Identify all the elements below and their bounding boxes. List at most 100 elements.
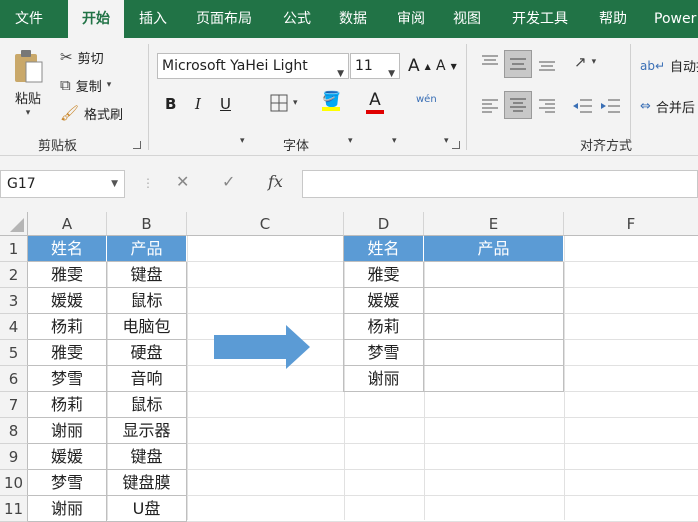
orientation-button[interactable]: ↗ ▾ bbox=[574, 55, 596, 70]
tab-formulas[interactable]: 公式 bbox=[272, 0, 322, 38]
format-painter-button[interactable]: 🖌 格式刷 bbox=[60, 104, 123, 124]
tab-page-layout[interactable]: 页面布局 bbox=[186, 0, 262, 38]
table-cell[interactable]: 梦雪 bbox=[28, 366, 107, 392]
chevron-down-icon[interactable]: ▾ bbox=[240, 137, 245, 146]
row-header[interactable]: 5 bbox=[0, 340, 28, 366]
grow-font-button[interactable]: A ▲ bbox=[408, 56, 431, 76]
tab-data[interactable]: 数据 bbox=[328, 0, 378, 38]
row-header[interactable]: 8 bbox=[0, 418, 28, 444]
formula-bar-resize-icon[interactable]: ⋮ bbox=[142, 176, 154, 190]
header-cell[interactable]: 姓名 bbox=[344, 236, 424, 262]
row-header[interactable]: 7 bbox=[0, 392, 28, 418]
tab-view[interactable]: 视图 bbox=[442, 0, 492, 38]
row-header[interactable]: 10 bbox=[0, 470, 28, 496]
tab-file[interactable]: 文件 bbox=[0, 0, 58, 38]
chevron-down-icon[interactable]: ▾ bbox=[444, 137, 449, 146]
font-launcher-icon[interactable] bbox=[452, 141, 460, 149]
name-box[interactable]: G17 ▼ bbox=[0, 170, 125, 198]
column-header-a[interactable]: A bbox=[28, 212, 107, 236]
table-cell[interactable]: 杨莉 bbox=[344, 314, 424, 340]
table-cell[interactable]: 电脑包 bbox=[107, 314, 187, 340]
table-cell[interactable] bbox=[424, 340, 564, 366]
merge-center-button[interactable]: ⇔ 合并后 bbox=[640, 97, 695, 116]
tab-review[interactable]: 审阅 bbox=[386, 0, 436, 38]
fill-color-button[interactable]: 🪣 bbox=[322, 92, 341, 111]
wrap-text-button[interactable]: ab↵ 自动换 bbox=[640, 56, 698, 76]
align-left-icon[interactable] bbox=[480, 96, 500, 116]
align-center-button[interactable] bbox=[504, 91, 532, 119]
select-all-corner[interactable] bbox=[0, 212, 28, 236]
table-cell[interactable]: 雅雯 bbox=[28, 340, 107, 366]
table-cell[interactable]: 音响 bbox=[107, 366, 187, 392]
font-color-button[interactable]: A bbox=[366, 90, 384, 114]
tab-developer[interactable]: 开发工具 bbox=[500, 0, 580, 38]
table-cell[interactable]: 谢丽 bbox=[344, 366, 424, 392]
header-cell[interactable]: 产品 bbox=[107, 236, 187, 262]
table-cell[interactable]: 杨莉 bbox=[28, 392, 107, 418]
phonetic-guide-button[interactable]: wén bbox=[416, 94, 437, 105]
enter-icon[interactable]: ✓ bbox=[222, 172, 235, 191]
shrink-font-button[interactable]: A ▼ bbox=[436, 58, 457, 74]
table-cell[interactable]: 雅雯 bbox=[28, 262, 107, 288]
font-name-select[interactable]: Microsoft YaHei Light ▼ bbox=[157, 53, 349, 79]
table-cell[interactable] bbox=[424, 262, 564, 288]
table-cell[interactable]: 键盘膜 bbox=[107, 470, 187, 496]
table-cell[interactable]: 谢丽 bbox=[28, 496, 107, 522]
table-cell[interactable]: 显示器 bbox=[107, 418, 187, 444]
tab-insert[interactable]: 插入 bbox=[128, 0, 178, 38]
chevron-down-icon[interactable]: ▾ bbox=[348, 137, 353, 146]
underline-button[interactable]: U bbox=[220, 95, 231, 113]
table-cell[interactable]: 硬盘 bbox=[107, 340, 187, 366]
table-cell[interactable]: 键盘 bbox=[107, 262, 187, 288]
column-header-f[interactable]: F bbox=[564, 212, 698, 236]
clipboard-launcher-icon[interactable] bbox=[133, 141, 141, 149]
table-cell[interactable]: U盘 bbox=[107, 496, 187, 522]
table-cell[interactable]: 谢丽 bbox=[28, 418, 107, 444]
bold-button[interactable]: B bbox=[165, 95, 176, 113]
insert-function-icon[interactable]: fx bbox=[268, 172, 283, 191]
table-cell[interactable] bbox=[424, 314, 564, 340]
font-size-select[interactable]: 11 ▼ bbox=[350, 53, 400, 79]
paste-button[interactable]: 粘贴 ▾ bbox=[12, 48, 44, 118]
row-header[interactable]: 3 bbox=[0, 288, 28, 314]
column-header-c[interactable]: C bbox=[187, 212, 344, 236]
column-header-e[interactable]: E bbox=[424, 212, 564, 236]
header-cell[interactable]: 姓名 bbox=[28, 236, 107, 262]
decrease-indent-icon[interactable] bbox=[572, 96, 594, 116]
column-header-b[interactable]: B bbox=[107, 212, 187, 236]
align-top-icon[interactable] bbox=[480, 52, 500, 72]
table-cell[interactable]: 媛媛 bbox=[28, 288, 107, 314]
row-header[interactable]: 6 bbox=[0, 366, 28, 392]
tab-home[interactable]: 开始 bbox=[68, 0, 124, 38]
table-cell[interactable]: 媛媛 bbox=[344, 288, 424, 314]
row-header[interactable]: 2 bbox=[0, 262, 28, 288]
cancel-icon[interactable]: ✕ bbox=[176, 172, 189, 191]
column-header-d[interactable]: D bbox=[344, 212, 424, 236]
align-right-icon[interactable] bbox=[537, 96, 557, 116]
tab-power[interactable]: Power bbox=[646, 0, 698, 38]
table-cell[interactable]: 雅雯 bbox=[344, 262, 424, 288]
table-cell[interactable]: 鼠标 bbox=[107, 288, 187, 314]
header-cell[interactable]: 产品 bbox=[424, 236, 564, 262]
table-cell[interactable]: 媛媛 bbox=[28, 444, 107, 470]
increase-indent-icon[interactable] bbox=[600, 96, 622, 116]
cut-button[interactable]: ✂ 剪切 bbox=[60, 48, 104, 68]
copy-button[interactable]: ⧉ 复制 ▾ bbox=[60, 76, 111, 96]
table-cell[interactable]: 梦雪 bbox=[28, 470, 107, 496]
row-header[interactable]: 4 bbox=[0, 314, 28, 340]
align-middle-button[interactable] bbox=[504, 50, 532, 78]
row-header[interactable]: 1 bbox=[0, 236, 28, 262]
table-cell[interactable]: 梦雪 bbox=[344, 340, 424, 366]
row-header[interactable]: 11 bbox=[0, 496, 28, 522]
row-header[interactable]: 9 bbox=[0, 444, 28, 470]
table-cell[interactable]: 杨莉 bbox=[28, 314, 107, 340]
table-cell[interactable] bbox=[424, 366, 564, 392]
table-cell[interactable]: 键盘 bbox=[107, 444, 187, 470]
formula-input[interactable] bbox=[302, 170, 698, 198]
table-cell[interactable] bbox=[424, 288, 564, 314]
table-cell[interactable]: 鼠标 bbox=[107, 392, 187, 418]
chevron-down-icon[interactable]: ▾ bbox=[392, 137, 397, 146]
align-bottom-icon[interactable] bbox=[537, 56, 557, 76]
italic-button[interactable]: I bbox=[195, 95, 201, 113]
borders-button[interactable]: ▾ bbox=[270, 94, 298, 112]
